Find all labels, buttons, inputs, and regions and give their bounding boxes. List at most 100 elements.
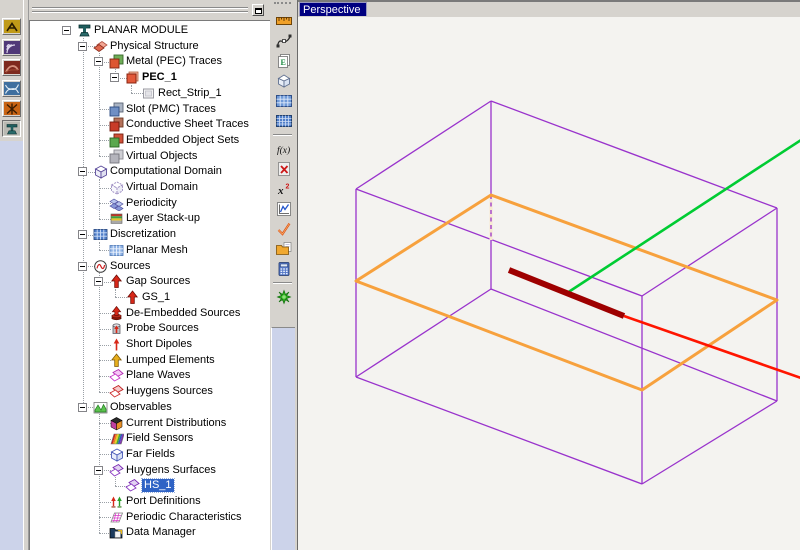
module-orange-button[interactable] [2,100,21,117]
tree-item-sources[interactable]: Sources [30,258,269,274]
tree-item-label: Conductive Sheet Traces [126,118,249,131]
sources-icon [93,259,108,274]
tree-item-de-embedded-sources[interactable]: De-Embedded Sources [30,305,269,321]
tree-item-physical-structure[interactable]: Physical Structure [30,38,269,54]
arrow-gold-icon [109,353,124,368]
tree-item-pec-1[interactable]: PEC_1 [30,70,269,86]
toolbar-grip-handle[interactable] [274,2,291,5]
svg-text:2: 2 [285,184,289,191]
tree-item-label: PEC_1 [142,71,177,84]
tree-item-label: Lumped Elements [126,354,215,367]
sheets-stack-button[interactable]: E [274,52,293,71]
collapse-expander-icon[interactable] [94,277,103,286]
green-star-button[interactable] [274,288,293,307]
collapse-expander-icon[interactable] [78,42,87,51]
tree-item-periodic-characteristics[interactable]: Periodic Characteristics [30,509,269,525]
tree-item-plane-waves[interactable]: Plane Waves [30,368,269,384]
module-blue-button[interactable] [2,80,21,97]
ruler-icon [276,17,292,32]
tree-item-far-fields[interactable]: Far Fields [30,446,269,462]
tree-item-virtual-domain[interactable]: Virtual Domain [30,180,269,196]
tree-item-observables[interactable]: Observables [30,399,269,415]
svg-text:E: E [280,58,285,67]
tree-item-label: Slot (PMC) Traces [126,103,216,116]
module-red-button[interactable] [2,59,21,76]
domain-box-button[interactable] [274,72,293,91]
collapse-expander-icon[interactable] [94,57,103,66]
tree-item-huygens-sources[interactable]: Huygens Sources [30,384,269,400]
tree-item-port-definitions[interactable]: Port Definitions [30,494,269,510]
tree-item-periodicity[interactable]: Periodicity [30,195,269,211]
calculator-button[interactable] [274,260,293,279]
check-icon [276,225,292,240]
tree-item-rect-strip-1[interactable]: Rect_Strip_1 [30,85,269,101]
tree-item-label: Rect_Strip_1 [158,87,222,100]
tree-item-planar-mesh[interactable]: Planar Mesh [30,242,269,258]
ruler-button[interactable] [274,12,293,31]
tree-item-huygens-surfaces[interactable]: Huygens Surfaces [30,462,269,478]
periodic-char-icon [109,510,124,525]
module-gold-button[interactable] [2,18,21,35]
tree-item-virtual-objects[interactable]: Virtual Objects [30,148,269,164]
tree-item-gap-sources[interactable]: Gap Sources [30,274,269,290]
tree-item-current-distributions[interactable]: Current Distributions [30,415,269,431]
tree-item-short-dipoles[interactable]: Short Dipoles [30,337,269,353]
mesh-coarse-icon [276,97,292,112]
tree-item-data-manager[interactable]: Data Manager [30,525,269,541]
module-planar-icon [3,122,20,135]
tree-item-hs-1[interactable]: HS_1 [30,478,269,494]
tree-item-lumped-elements[interactable]: Lumped Elements [30,352,269,368]
collapse-expander-icon[interactable] [78,403,87,412]
deembed-icon [109,306,124,321]
collapse-expander-icon[interactable] [78,230,87,239]
collapse-expander-icon[interactable] [62,26,71,35]
collapse-expander-icon[interactable] [94,466,103,475]
tree-item-label: Virtual Domain [126,181,198,194]
graph-doc-button[interactable] [274,200,293,219]
x-squared-button[interactable]: x2 [274,180,293,199]
curve-nodes-button[interactable] [274,32,293,51]
folder-note-button[interactable] [274,240,293,259]
tree-item-layer-stack-up[interactable]: Layer Stack-up [30,211,269,227]
module-root-icon [77,23,92,38]
tree-item-metal-pec-traces[interactable]: Metal (PEC) Traces [30,54,269,70]
green-star-icon [276,293,292,308]
collapse-expander-icon[interactable] [110,73,119,82]
tree-item-planar-module[interactable]: PLANAR MODULE [30,23,269,39]
module-dock [0,0,23,550]
tree-item-label: Observables [110,401,172,414]
tree-item-computational-domain[interactable]: Computational Domain [30,164,269,180]
module-purple-icon [3,41,20,54]
tree-item-gs-1[interactable]: GS_1 [30,289,269,305]
collapse-expander-icon[interactable] [78,262,87,271]
tree-item-probe-sources[interactable]: Probe Sources [30,321,269,337]
collapse-expander-icon[interactable] [78,167,87,176]
tree-panel-splitter-bar[interactable] [32,7,248,9]
fx-button[interactable]: f(x) [274,140,293,159]
toolbar-separator [273,282,292,284]
tree-panel-maximize-button[interactable] [252,4,264,16]
tree-item-discretization[interactable]: Discretization [30,227,269,243]
x-doc-button[interactable] [274,160,293,179]
x-squared-icon: x2 [276,185,292,200]
module-purple-button[interactable] [2,39,21,56]
tree-item-label: Far Fields [126,448,175,461]
mesh-fine-button[interactable] [274,112,293,131]
perspective-viewport[interactable]: Perspective [297,0,800,550]
tree-item-embedded-object-sets[interactable]: Embedded Object Sets [30,132,269,148]
fx-icon: f(x) [276,145,292,160]
tree-item-slot-pmc-traces[interactable]: Slot (PMC) Traces [30,101,269,117]
tree-panel-splitter-bar[interactable] [32,11,248,13]
mesh-coarse-button[interactable] [274,92,293,111]
tree-item-label: Huygens Sources [126,385,213,398]
check-button[interactable] [274,220,293,239]
module-planar-button[interactable] [2,120,21,137]
tree-item-label: Field Sensors [126,432,193,445]
toolbar-empty-area [271,327,295,550]
tree-item-field-sensors[interactable]: Field Sensors [30,431,269,447]
toolbar-separator [273,134,292,136]
ports-icon [109,494,124,509]
current-dist-icon [109,416,124,431]
3d-scene-canvas[interactable] [298,0,800,550]
tree-item-conductive-sheet-traces[interactable]: Conductive Sheet Traces [30,117,269,133]
